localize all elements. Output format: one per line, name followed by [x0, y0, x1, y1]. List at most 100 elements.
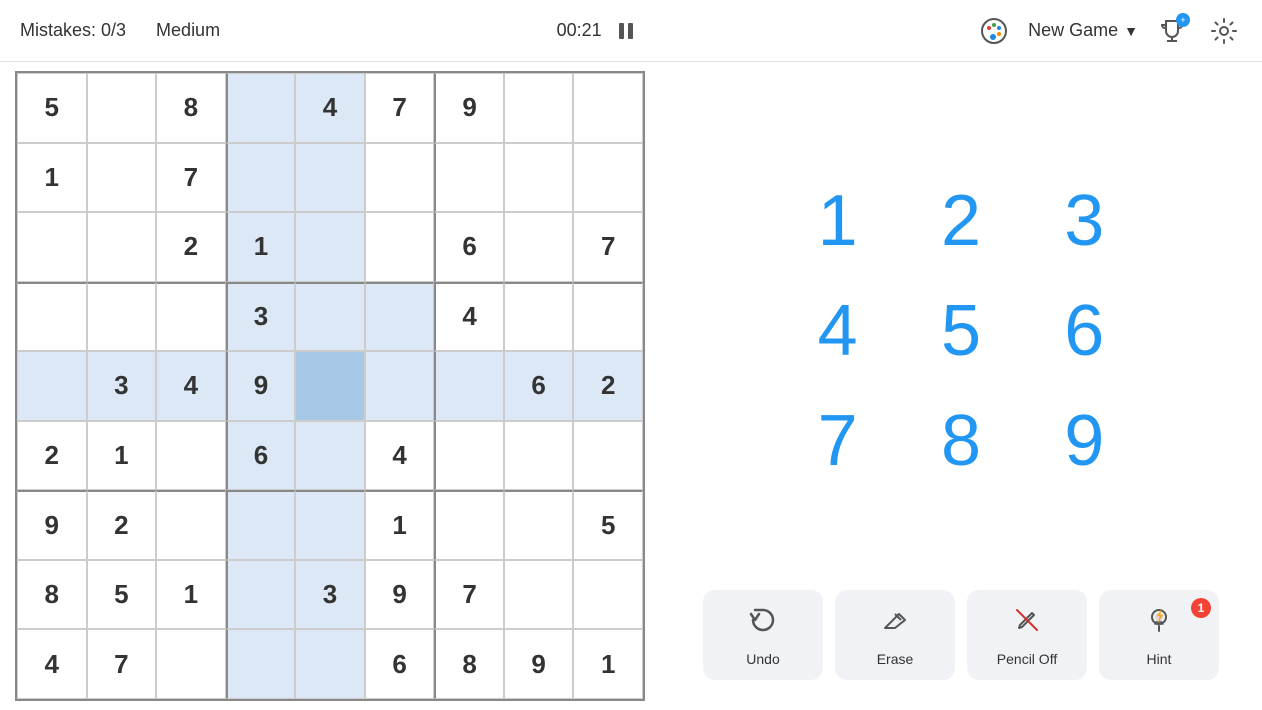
cell-r6-c0[interactable]: 9 [17, 490, 87, 560]
cell-r0-c3[interactable] [226, 73, 296, 143]
cell-r8-c5[interactable]: 6 [365, 629, 435, 699]
cell-r1-c2[interactable]: 7 [156, 143, 226, 213]
cell-r0-c8[interactable] [573, 73, 643, 143]
cell-r2-c1[interactable] [87, 212, 157, 282]
cell-r1-c1[interactable] [87, 143, 157, 213]
cell-r3-c7[interactable] [504, 282, 574, 352]
cell-r0-c4[interactable]: 4 [295, 73, 365, 143]
number-btn-2[interactable]: 2 [904, 171, 1017, 271]
new-game-button[interactable]: New Game ▼ [1028, 20, 1138, 41]
cell-r2-c5[interactable] [365, 212, 435, 282]
cell-r5-c4[interactable] [295, 421, 365, 491]
cell-r0-c5[interactable]: 7 [365, 73, 435, 143]
cell-r4-c4[interactable] [295, 351, 365, 421]
cell-r5-c1[interactable]: 1 [87, 421, 157, 491]
cell-r5-c2[interactable] [156, 421, 226, 491]
cell-r8-c2[interactable] [156, 629, 226, 699]
cell-r0-c6[interactable]: 9 [434, 73, 504, 143]
cell-r1-c5[interactable] [365, 143, 435, 213]
settings-button[interactable] [1206, 13, 1242, 49]
cell-r1-c4[interactable] [295, 143, 365, 213]
cell-r6-c2[interactable] [156, 490, 226, 560]
cell-r7-c2[interactable]: 1 [156, 560, 226, 630]
cell-r3-c5[interactable] [365, 282, 435, 352]
cell-r7-c8[interactable] [573, 560, 643, 630]
number-btn-1[interactable]: 1 [781, 171, 894, 271]
cell-r2-c4[interactable] [295, 212, 365, 282]
cell-r8-c8[interactable]: 1 [573, 629, 643, 699]
cell-r3-c1[interactable] [87, 282, 157, 352]
cell-r5-c0[interactable]: 2 [17, 421, 87, 491]
cell-r3-c6[interactable]: 4 [434, 282, 504, 352]
cell-r2-c0[interactable] [17, 212, 87, 282]
cell-r6-c6[interactable] [434, 490, 504, 560]
cell-r0-c2[interactable]: 8 [156, 73, 226, 143]
cell-r4-c8[interactable]: 2 [573, 351, 643, 421]
cell-r5-c5[interactable]: 4 [365, 421, 435, 491]
palette-button[interactable] [976, 13, 1012, 49]
cell-r2-c7[interactable] [504, 212, 574, 282]
cell-r8-c1[interactable]: 7 [87, 629, 157, 699]
cell-r4-c0[interactable] [17, 351, 87, 421]
number-btn-4[interactable]: 4 [781, 281, 894, 381]
cell-r7-c1[interactable]: 5 [87, 560, 157, 630]
cell-r8-c4[interactable] [295, 629, 365, 699]
number-btn-8[interactable]: 8 [904, 391, 1017, 491]
number-btn-5[interactable]: 5 [904, 281, 1017, 381]
cell-r0-c0[interactable]: 5 [17, 73, 87, 143]
cell-r6-c7[interactable] [504, 490, 574, 560]
cell-r5-c3[interactable]: 6 [226, 421, 296, 491]
cell-r6-c3[interactable] [226, 490, 296, 560]
cell-r2-c8[interactable]: 7 [573, 212, 643, 282]
cell-r8-c3[interactable] [226, 629, 296, 699]
cell-r4-c3[interactable]: 9 [226, 351, 296, 421]
number-btn-9[interactable]: 9 [1028, 391, 1141, 491]
cell-r5-c6[interactable] [434, 421, 504, 491]
cell-r8-c0[interactable]: 4 [17, 629, 87, 699]
cell-r7-c3[interactable] [226, 560, 296, 630]
cell-r0-c7[interactable] [504, 73, 574, 143]
trophy-button[interactable]: + [1154, 13, 1190, 49]
cell-r3-c4[interactable] [295, 282, 365, 352]
hint-button[interactable]: 1 Hint [1099, 590, 1219, 680]
cell-r3-c2[interactable] [156, 282, 226, 352]
cell-r0-c1[interactable] [87, 73, 157, 143]
cell-r6-c5[interactable]: 1 [365, 490, 435, 560]
cell-r3-c3[interactable]: 3 [226, 282, 296, 352]
pencil-button[interactable]: Pencil Off [967, 590, 1087, 680]
cell-r2-c2[interactable]: 2 [156, 212, 226, 282]
number-btn-3[interactable]: 3 [1028, 171, 1141, 271]
cell-r7-c4[interactable]: 3 [295, 560, 365, 630]
number-btn-7[interactable]: 7 [781, 391, 894, 491]
cell-r2-c3[interactable]: 1 [226, 212, 296, 282]
cell-r7-c0[interactable]: 8 [17, 560, 87, 630]
cell-r6-c8[interactable]: 5 [573, 490, 643, 560]
cell-r2-c6[interactable]: 6 [434, 212, 504, 282]
cell-r3-c8[interactable] [573, 282, 643, 352]
cell-r1-c6[interactable] [434, 143, 504, 213]
cell-r3-c0[interactable] [17, 282, 87, 352]
cell-r4-c2[interactable]: 4 [156, 351, 226, 421]
pause-button[interactable] [612, 17, 640, 45]
cell-r8-c6[interactable]: 8 [434, 629, 504, 699]
cell-r4-c7[interactable]: 6 [504, 351, 574, 421]
cell-r5-c7[interactable] [504, 421, 574, 491]
cell-r4-c1[interactable]: 3 [87, 351, 157, 421]
cell-r1-c7[interactable] [504, 143, 574, 213]
undo-button[interactable]: Undo [703, 590, 823, 680]
erase-button[interactable]: Erase [835, 590, 955, 680]
cell-r4-c5[interactable] [365, 351, 435, 421]
cell-r1-c0[interactable]: 1 [17, 143, 87, 213]
cell-r1-c8[interactable] [573, 143, 643, 213]
cell-r7-c5[interactable]: 9 [365, 560, 435, 630]
cell-r6-c1[interactable]: 2 [87, 490, 157, 560]
sudoku-grid[interactable]: 58479172167343496221649215851397476891 [15, 71, 645, 701]
cell-r8-c7[interactable]: 9 [504, 629, 574, 699]
cell-r5-c8[interactable] [573, 421, 643, 491]
number-btn-6[interactable]: 6 [1028, 281, 1141, 381]
cell-r7-c7[interactable] [504, 560, 574, 630]
cell-r6-c4[interactable] [295, 490, 365, 560]
cell-r1-c3[interactable] [226, 143, 296, 213]
cell-r4-c6[interactable] [434, 351, 504, 421]
cell-r7-c6[interactable]: 7 [434, 560, 504, 630]
